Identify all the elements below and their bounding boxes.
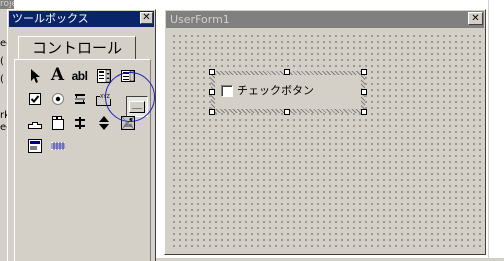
userform-title: UserForm1 xyxy=(170,13,230,26)
label-a-icon: A xyxy=(50,65,65,85)
resize-handle-left[interactable] xyxy=(209,89,215,95)
designer-scrollbar[interactable] xyxy=(488,0,504,261)
userform-canvas[interactable] xyxy=(169,31,481,250)
tabstrip-icon xyxy=(27,121,42,129)
spinbutton-tool[interactable] xyxy=(94,113,113,132)
toolbox-title-bar[interactable]: ツールボックス xyxy=(9,11,154,27)
textbox-ab-icon: abl xyxy=(71,68,88,83)
frame-tool[interactable]: XYZ xyxy=(94,89,113,108)
toolbox-close-button[interactable]: ✕ xyxy=(140,12,153,24)
arrow-icon xyxy=(30,68,40,83)
commandbutton-icon xyxy=(129,100,145,113)
label-tool[interactable]: A xyxy=(48,66,67,85)
resize-handle-bottom-left[interactable] xyxy=(209,109,215,115)
frame-icon-glyph: XYZ xyxy=(100,94,110,100)
resize-handle-bottom-right[interactable] xyxy=(361,109,367,115)
checkbox-label: チェックボタン xyxy=(237,84,314,97)
resize-handle-top-left[interactable] xyxy=(209,69,215,75)
optionbutton-tool[interactable] xyxy=(48,89,67,108)
checkbox-control-selection[interactable]: チェックボタン xyxy=(211,71,365,113)
image-icon xyxy=(120,115,135,130)
frame-icon: XYZ xyxy=(95,92,111,106)
extra-tool[interactable] xyxy=(48,136,67,155)
checkbox-tool[interactable] xyxy=(25,89,44,108)
combobox-icon xyxy=(96,68,111,83)
resize-handle-top[interactable] xyxy=(284,69,290,75)
resize-handle-right[interactable] xyxy=(361,89,367,95)
refedit-tool[interactable] xyxy=(25,136,44,155)
image-tool[interactable] xyxy=(118,113,137,132)
radio-icon xyxy=(51,92,64,105)
listbox-icon xyxy=(120,69,135,82)
multipage-tool[interactable] xyxy=(48,113,67,132)
refedit-icon xyxy=(27,138,42,153)
textbox-tool[interactable]: abl xyxy=(70,66,89,85)
toolbox-window: ツールボックス ✕ コントロール A abl XYZ xyxy=(7,9,156,261)
grid-icon xyxy=(50,141,65,150)
listbox-tool[interactable] xyxy=(118,66,137,85)
userform-close-button[interactable]: ✕ xyxy=(468,12,483,25)
tab-controls[interactable]: コントロール xyxy=(18,36,136,60)
checkbox-icon xyxy=(28,92,41,105)
scrollbar-tool[interactable] xyxy=(70,113,89,132)
project-window-title: roject xyxy=(0,0,14,9)
resize-handle-top-right[interactable] xyxy=(361,69,367,75)
toolbox-title: ツールボックス xyxy=(12,12,89,25)
checkbox-square[interactable] xyxy=(221,85,233,97)
togglebutton-tool[interactable] xyxy=(70,89,89,108)
combobox-tool[interactable] xyxy=(94,66,113,85)
spinbutton-icon xyxy=(98,115,109,130)
userform-window[interactable]: UserForm1 ✕ xyxy=(164,9,486,255)
checkbox-control[interactable]: チェックボタン xyxy=(215,75,361,109)
select-objects-tool[interactable] xyxy=(25,66,44,85)
resize-handle-bottom[interactable] xyxy=(284,109,290,115)
tabstrip-tool[interactable] xyxy=(25,113,44,132)
scrollbar-icon xyxy=(74,116,85,129)
toggle-icon xyxy=(74,93,85,104)
multipage-icon xyxy=(51,115,64,130)
userform-title-bar[interactable]: UserForm1 xyxy=(166,11,484,28)
